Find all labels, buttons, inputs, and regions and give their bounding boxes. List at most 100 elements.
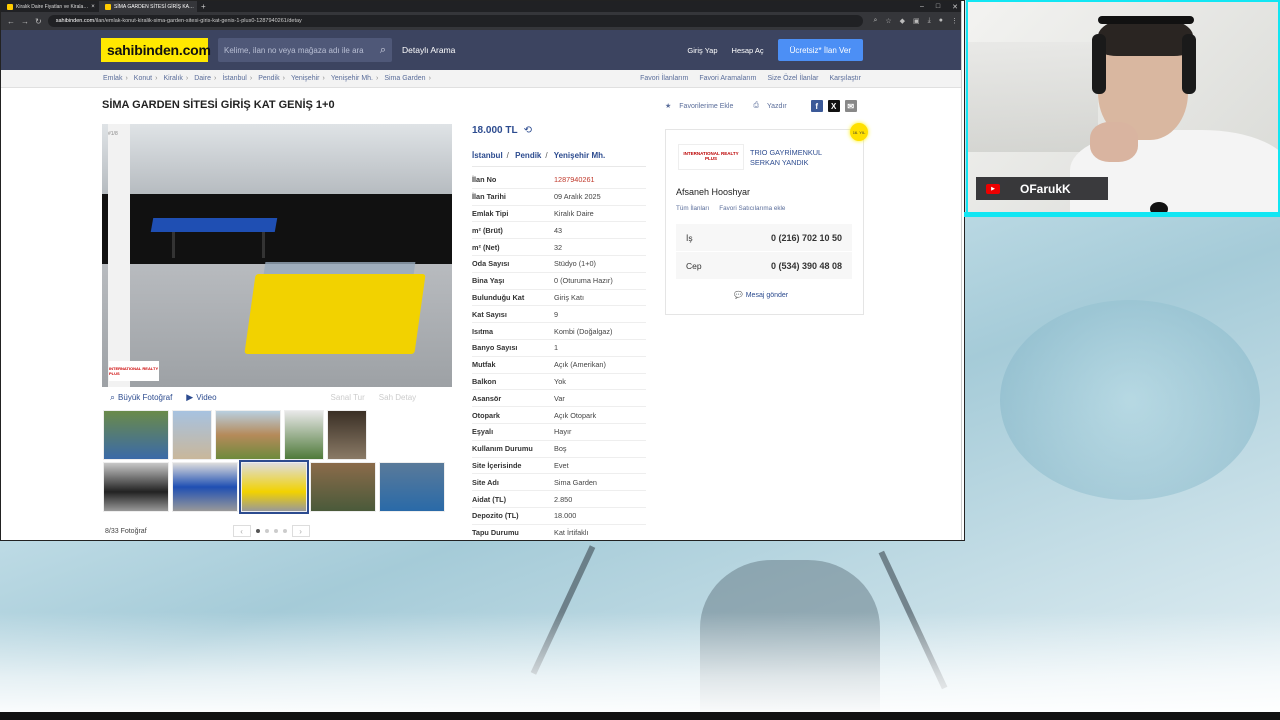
breadcrumb-item[interactable]: Konut [134, 75, 152, 82]
photo-toolbar: ⌕ Büyük Fotoğraf ▶ Video Sanal Tur Sah Det… [102, 388, 452, 407]
breadcrumb-item[interactable]: İstanbul [222, 75, 247, 82]
photo-thumbnail[interactable] [103, 410, 169, 460]
pager-dot[interactable] [264, 529, 269, 533]
favicon-icon [105, 3, 111, 10]
photo-thumbnail[interactable] [284, 410, 324, 460]
video-button[interactable]: ▶ Video [186, 392, 216, 403]
register-link[interactable]: Hesap Aç [732, 46, 764, 55]
breadcrumb-item[interactable]: Yenişehir [291, 75, 320, 82]
scrollbar[interactable] [961, 1, 964, 540]
site-header: sahibinden.com Kelime, ilan no veya mağa… [1, 30, 964, 70]
location-city[interactable]: İstanbul [472, 151, 503, 160]
reload-icon[interactable]: ↻ [35, 17, 42, 26]
tab-label: Kiralık Daire Fiyatları ve Kirala… [16, 3, 89, 10]
property-label: Otopark [472, 410, 500, 420]
menu-icon[interactable]: ⋮ [951, 17, 958, 25]
x-icon[interactable]: X [827, 100, 840, 112]
prev-photo-icon[interactable]: ‹ [232, 525, 251, 537]
breadcrumb-item[interactable]: Pendik [258, 75, 279, 82]
phone-row-work[interactable]: İş 0 (216) 702 10 50 [676, 224, 852, 252]
browser-tab-2[interactable]: SİMA GARDEN SİTESİ GİRİŞ KA… × [99, 1, 197, 12]
send-message-link[interactable]: 💬 Mesaj gönder [734, 291, 788, 300]
property-value: Boş [554, 444, 567, 454]
login-link[interactable]: Giriş Yap [687, 46, 717, 55]
photo-thumbnail[interactable] [310, 462, 376, 512]
browser-tab-1[interactable]: Kiralık Daire Fiyatları ve Kirala… × [1, 1, 99, 12]
close-window-icon[interactable]: ✕ [952, 3, 958, 11]
all-listings-link[interactable]: Tüm İlanları [676, 205, 709, 212]
property-row: m² (Brüt) 43 [472, 222, 646, 240]
breadcrumb-item[interactable]: Yenişehir Mh. [331, 75, 373, 82]
url-domain: sahibinden.com [55, 18, 95, 24]
photo-thumbnail[interactable] [172, 410, 212, 460]
email-icon[interactable]: ✉ [844, 100, 857, 112]
post-ad-button[interactable]: Ücretsiz* İlan Ver [777, 39, 863, 61]
site-logo[interactable]: sahibinden.com [101, 38, 211, 62]
next-photo-icon[interactable]: › [291, 525, 310, 537]
property-row: Otopark Açık Otopark [472, 407, 646, 424]
property-label: İlan No [472, 175, 497, 185]
property-label: Depozito (TL) [472, 511, 519, 521]
new-tab-icon[interactable]: + [201, 2, 206, 11]
extension-icon[interactable]: ◆ [900, 17, 905, 25]
photo-thumbnail[interactable] [327, 410, 367, 460]
bookmark-star-icon[interactable]: ☆ [885, 17, 891, 25]
headphones-icon [1092, 34, 1106, 94]
large-photo-button[interactable]: ⌕ Büyük Fotoğraf [110, 392, 172, 403]
pager-dot[interactable] [282, 529, 287, 533]
tab-bar: Kiralık Daire Fiyatları ve Kirala… × SİM… [1, 1, 964, 12]
photo-thumbnail[interactable] [172, 462, 238, 512]
address-bar: ← → ↻ sahibinden.com/ilan/emlak-konut-ki… [1, 12, 964, 30]
pager-dot[interactable] [255, 529, 260, 533]
favorite-searches-link[interactable]: Favori Aramalarım [699, 75, 756, 82]
search-input[interactable]: Kelime, ilan no veya mağaza adı ile ara … [218, 38, 392, 62]
property-label: Oda Sayısı [472, 259, 510, 269]
star-icon: ★ [665, 103, 672, 110]
minimize-icon[interactable]: – [920, 3, 924, 11]
compare-link[interactable]: Karşılaştır [829, 75, 861, 82]
property-label: Mutfak [472, 360, 496, 370]
search-icon[interactable]: ⌕ [380, 44, 386, 57]
advanced-search-link[interactable]: Detaylı Arama [402, 45, 455, 55]
search-icon[interactable]: ⌕ [873, 17, 877, 25]
photo-thumbnail[interactable] [103, 462, 169, 512]
property-value: 9 [554, 309, 559, 319]
location-district[interactable]: Pendik [515, 151, 541, 160]
url-field[interactable]: sahibinden.com/ilan/emlak-konut-kiralik-… [47, 15, 864, 27]
maximize-icon[interactable]: □ [936, 3, 940, 11]
property-label: Balkon [472, 376, 497, 386]
print-link[interactable]: Yazdır [767, 103, 787, 110]
price-history-icon[interactable]: ⟲ [524, 125, 532, 136]
puzzle-icon[interactable]: ▣ [913, 17, 920, 25]
favorite-seller-link[interactable]: Favori Satıcılarıma ekle [719, 205, 785, 212]
favorite-listings-link[interactable]: Favori İlanlarım [640, 75, 688, 82]
webcam-frame [964, 212, 1280, 217]
back-icon[interactable]: ← [7, 17, 15, 26]
download-icon[interactable]: ⤓ [928, 17, 931, 25]
breadcrumb-item[interactable]: Sima Garden [384, 75, 425, 82]
breadcrumb-item[interactable]: Kiralık [163, 75, 182, 82]
agency-name[interactable]: TRIO GAYRİMENKUL SERKAN YANDIK [750, 148, 850, 168]
forward-icon[interactable]: → [21, 17, 29, 26]
property-row: Kullanım Durumu Boş [472, 441, 646, 458]
add-favorite-link[interactable]: Favorilerime Ekle [679, 103, 733, 110]
agency-logo[interactable]: INTERNATIONAL REALTY PLUS [678, 144, 744, 170]
profile-icon[interactable]: ● [939, 17, 943, 25]
photo-thumbnail[interactable] [215, 410, 281, 460]
breadcrumb-item[interactable]: Daire [194, 75, 211, 82]
property-row: Tapu Durumu Kat İrtifaklı [472, 525, 646, 540]
close-tab-icon[interactable]: × [91, 4, 95, 10]
streamer-nameplate: ▶ OFarukK [976, 177, 1108, 200]
breadcrumb-item[interactable]: Emlak [103, 75, 122, 82]
property-label: Banyo Sayısı [472, 343, 518, 353]
property-value: 1287940261 [554, 175, 595, 185]
photo-thumbnail-selected[interactable] [239, 460, 309, 514]
location-neighborhood[interactable]: Yenişehir Mh. [554, 151, 606, 160]
personal-listings-link[interactable]: Size Özel İlanlar [768, 75, 819, 82]
facebook-icon[interactable]: f [810, 100, 823, 112]
main-photo[interactable]: #1/8 INTERNATIONAL REALTY PLUS [102, 124, 452, 387]
photo-thumbnail[interactable] [379, 462, 445, 512]
phone-row-mobile[interactable]: Cep 0 (534) 390 48 08 [676, 252, 852, 280]
pager-dot[interactable] [273, 529, 278, 533]
property-value: 0 (Oturuma Hazır) [554, 276, 613, 286]
